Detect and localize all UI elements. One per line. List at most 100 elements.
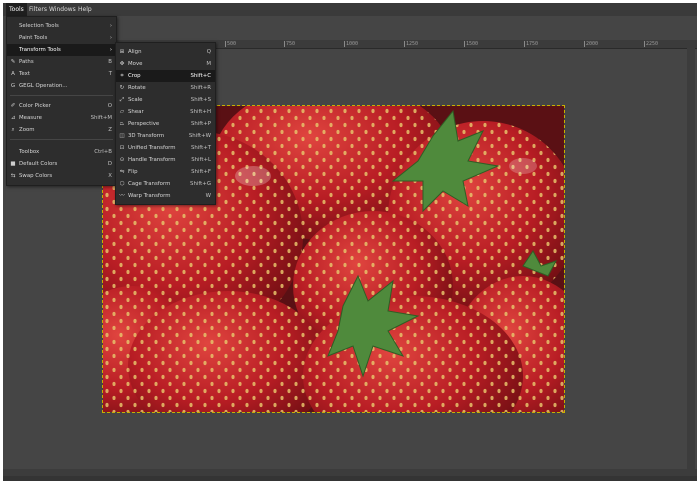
menu-item-shortcut: Shift+R — [190, 85, 211, 91]
crop-icon: ⌗ — [120, 73, 124, 79]
menu-item-shortcut: Shift+T — [190, 145, 211, 151]
menu-item-shortcut: Shift+H — [190, 109, 211, 115]
unified-transform-icon: ⊡ — [119, 145, 125, 151]
menu-item-shortcut: Shift+M — [90, 115, 112, 121]
color-picker-icon: ✐ — [10, 103, 16, 109]
menu-item-label: Swap Colors — [19, 173, 53, 179]
menu-windows[interactable]: Windows — [46, 3, 79, 16]
rotate-icon: ↻ — [119, 85, 125, 91]
menu-bar: Tools Filters Windows Help — [3, 3, 697, 16]
menu-item-transform-tools[interactable]: Transform Tools › — [7, 44, 116, 56]
menu-item-perspective[interactable]: ⏢ Perspective Shift+P — [116, 118, 215, 130]
submenu-arrow-icon: › — [109, 47, 112, 53]
text-icon: A — [11, 71, 15, 77]
tools-menu: Selection Tools › Paint Tools › Transfor… — [6, 16, 117, 186]
menu-tools[interactable]: Tools — [6, 3, 27, 16]
menu-item-label: Unified Transform — [128, 145, 176, 151]
menu-item-paths[interactable]: ✎ Paths B — [7, 56, 116, 68]
menu-item-shortcut: Shift+F — [191, 169, 211, 175]
menu-item-shortcut: X — [108, 173, 112, 179]
status-bar — [3, 476, 697, 481]
move-icon: ✥ — [119, 61, 125, 67]
menu-item-shortcut: D — [107, 161, 112, 167]
menu-item-default-colors[interactable]: ■ Default Colors D — [7, 158, 116, 170]
menu-item-selection-tools[interactable]: Selection Tools › — [7, 20, 116, 32]
menu-item-shortcut: W — [205, 193, 211, 199]
menu-item-color-picker[interactable]: ✐ Color Picker O — [7, 100, 116, 112]
menu-item-swap-colors[interactable]: ⇆ Swap Colors X — [7, 170, 116, 182]
menu-item-label: Selection Tools — [19, 23, 59, 29]
menu-item-label: Align — [128, 49, 142, 55]
menu-item-label: Text — [19, 71, 30, 77]
menu-item-shortcut: Shift+L — [191, 157, 211, 163]
menu-separator — [10, 139, 113, 140]
paths-icon: ✎ — [10, 59, 16, 65]
menu-item-label: Toolbox — [19, 149, 40, 155]
menu-item-shortcut: Shift+G — [190, 181, 211, 187]
menu-item-handle-transform[interactable]: ⊙ Handle Transform Shift+L — [116, 154, 215, 166]
menu-item-label: Zoom — [19, 127, 35, 133]
submenu-arrow-icon: › — [109, 35, 112, 41]
menu-item-3d-transform[interactable]: ◫ 3D Transform Shift+W — [116, 130, 215, 142]
menu-item-zoom[interactable]: ⌕ Zoom Z — [7, 124, 116, 136]
shear-icon: ▱ — [119, 109, 125, 115]
menu-item-label: Handle Transform — [128, 157, 176, 163]
ruler-tick: 1000 — [343, 41, 359, 47]
menu-separator — [10, 95, 113, 96]
horizontal-scrollbar[interactable] — [3, 469, 697, 476]
menu-item-label: Move — [128, 61, 143, 67]
ruler-tick: 1500 — [463, 41, 479, 47]
menu-item-label: Warp Transform — [128, 193, 171, 199]
menu-item-label: Color Picker — [19, 103, 51, 109]
menu-help[interactable]: Help — [75, 3, 95, 16]
menu-item-rotate[interactable]: ↻ Rotate Shift+R — [116, 82, 215, 94]
menu-item-move[interactable]: ✥ Move M — [116, 58, 215, 70]
gimp-window: Tools Filters Windows Help 500 750 1000 … — [3, 3, 697, 481]
menu-item-text[interactable]: A Text T — [7, 68, 116, 80]
menu-item-unified-transform[interactable]: ⊡ Unified Transform Shift+T — [116, 142, 215, 154]
menu-item-paint-tools[interactable]: Paint Tools › — [7, 32, 116, 44]
menu-item-scale[interactable]: ⤢ Scale Shift+S — [116, 94, 215, 106]
menu-item-label: Default Colors — [19, 161, 58, 167]
menu-item-flip[interactable]: ⇋ Flip Shift+F — [116, 166, 215, 178]
menu-item-shortcut: B — [108, 59, 112, 65]
transform-tools-submenu: ⊞ Align Q ✥ Move M ⌗ Crop Shift+C ↻ Rota… — [115, 42, 216, 205]
menu-item-crop[interactable]: ⌗ Crop Shift+C — [116, 70, 215, 82]
menu-item-cage-transform[interactable]: ⬡ Cage Transform Shift+G — [116, 178, 215, 190]
menu-item-shear[interactable]: ▱ Shear Shift+H — [116, 106, 215, 118]
warp-transform-icon: 〰 — [119, 193, 125, 199]
cage-transform-icon: ⬡ — [119, 181, 125, 187]
menu-item-align[interactable]: ⊞ Align Q — [116, 46, 215, 58]
3d-transform-icon: ◫ — [119, 133, 125, 139]
menu-item-warp-transform[interactable]: 〰 Warp Transform W — [116, 190, 215, 202]
menu-item-shortcut: Ctrl+B — [94, 149, 112, 155]
default-colors-icon: ■ — [10, 161, 16, 167]
menu-item-label: Flip — [128, 169, 138, 175]
ruler-tick: 2250 — [643, 41, 659, 47]
menu-item-shortcut: Shift+W — [188, 133, 211, 139]
menu-item-toolbox[interactable]: Toolbox Ctrl+B — [7, 146, 116, 158]
menu-item-label: Cage Transform — [128, 181, 171, 187]
ruler-tick: 500 — [224, 41, 237, 47]
menu-item-label: Paths — [19, 59, 34, 65]
perspective-icon: ⏢ — [119, 121, 125, 127]
ruler-tick: 1250 — [403, 41, 419, 47]
menu-item-label: Paint Tools — [19, 35, 48, 41]
menu-item-label: Shear — [128, 109, 144, 115]
flip-icon: ⇋ — [119, 169, 125, 175]
ruler-tick: 1750 — [523, 41, 539, 47]
handle-transform-icon: ⊙ — [119, 157, 125, 163]
menu-item-label: GEGL Operation... — [19, 83, 68, 89]
vertical-scrollbar[interactable] — [687, 48, 695, 476]
submenu-arrow-icon: › — [109, 23, 112, 29]
menu-item-label: Transform Tools — [19, 47, 61, 53]
align-icon: ⊞ — [119, 49, 125, 55]
menu-item-measure[interactable]: ⊿ Measure Shift+M — [7, 112, 116, 124]
menu-item-shortcut: O — [107, 103, 112, 109]
zoom-icon: ⌕ — [11, 127, 15, 133]
menu-item-shortcut: Shift+S — [190, 97, 211, 103]
menu-item-shortcut: T — [108, 71, 112, 77]
menu-item-gegl-operation[interactable]: G GEGL Operation... — [7, 80, 116, 92]
menu-item-shortcut: Shift+C — [190, 73, 211, 79]
gegl-icon: G — [10, 83, 16, 89]
